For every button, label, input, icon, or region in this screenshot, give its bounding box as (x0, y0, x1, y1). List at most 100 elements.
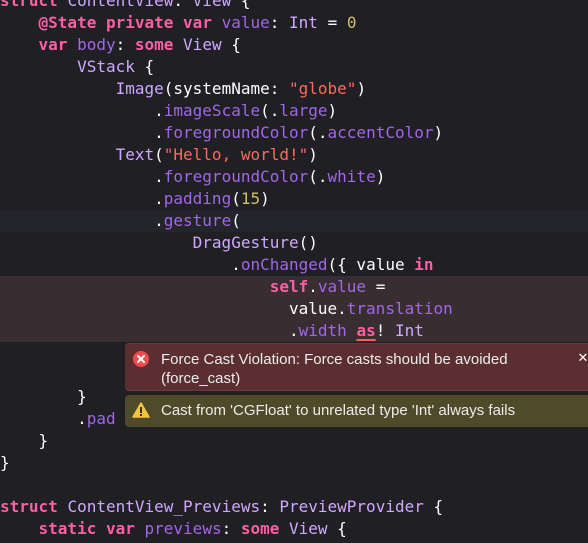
code-token: Image (115, 79, 164, 98)
code-token: large (279, 101, 328, 120)
code-token: some (240, 519, 280, 538)
code-line[interactable]: Text("Hello, world!") (0, 144, 588, 166)
code-token: : (173, 0, 193, 10)
code-token: imageScale (163, 101, 261, 120)
code-token: ({ value (327, 255, 415, 274)
code-token: { (221, 35, 241, 54)
code-token: { (327, 519, 347, 538)
code-token: pad (86, 409, 116, 428)
code-line[interactable]: .padding(15) (0, 188, 588, 210)
code-line[interactable]: VStack { (0, 56, 588, 78)
code-token: accentColor (327, 123, 434, 142)
code-token: . (0, 167, 164, 186)
code-token: ) (375, 167, 386, 186)
code-editor[interactable]: struct ContentView: View { @State privat… (0, 0, 588, 543)
code-token: value (317, 277, 367, 296)
code-token: . (0, 123, 164, 142)
code-token: : (260, 497, 280, 516)
code-token: 0 (346, 13, 357, 32)
code-line[interactable]: struct ContentView_Previews: PreviewProv… (0, 496, 588, 518)
code-line[interactable]: var body: some View { (0, 34, 588, 56)
code-token: translation (346, 299, 453, 318)
error-message: Force Cast Violation: Force casts should… (161, 351, 508, 387)
code-token: Text (115, 145, 155, 164)
code-line[interactable]: } (0, 452, 588, 474)
code-token: { (231, 0, 251, 10)
code-token: : (115, 35, 135, 54)
code-token: = (366, 277, 386, 296)
code-token: ) (433, 123, 444, 142)
code-line[interactable]: struct ContentView: View { (0, 0, 588, 12)
code-line[interactable]: self.value = (0, 276, 588, 298)
code-line[interactable]: .onChanged({ value in (0, 254, 588, 276)
code-line[interactable]: value.translation (0, 298, 588, 320)
code-token: private (105, 13, 174, 32)
code-token: foregroundColor (163, 167, 309, 186)
code-token: static (38, 519, 97, 538)
code-token: as (356, 321, 376, 340)
code-token: . (0, 211, 164, 230)
code-line[interactable]: Image(systemName: "globe") (0, 78, 588, 100)
code-token: } (0, 431, 49, 450)
code-token: } (0, 387, 87, 406)
code-token: gesture (163, 211, 232, 230)
code-line[interactable]: static var previews: some View { (0, 518, 588, 540)
code-token: View (289, 519, 328, 538)
code-token: onChanged (240, 255, 328, 274)
code-line[interactable]: } (0, 430, 588, 452)
code-token: (systemName: (163, 79, 289, 98)
code-token: . (0, 255, 241, 274)
code-token: { (134, 57, 155, 76)
code-token: . (0, 409, 87, 428)
code-token: some (134, 35, 174, 54)
code-token: PreviewProvider (279, 497, 424, 516)
error-diagnostic-banner[interactable]: Force Cast Violation: Force casts should… (125, 343, 588, 391)
code-line[interactable]: @State private var value: Int = 0 (0, 12, 588, 34)
code-token: Int (289, 13, 318, 32)
code-token: (. (308, 123, 328, 142)
code-token: ) (327, 101, 338, 120)
code-token: View (192, 0, 232, 10)
code-line[interactable] (0, 474, 588, 496)
code-line[interactable]: .gesture( (0, 210, 588, 232)
code-token: ( (231, 211, 241, 230)
code-token: var (105, 519, 135, 538)
code-token: VStack (77, 57, 135, 76)
code-token: { (423, 497, 444, 516)
code-token: ! (375, 321, 395, 340)
code-token: struct (0, 497, 68, 516)
code-token: = (317, 13, 347, 32)
close-icon[interactable]: ✕ (575, 351, 588, 367)
code-token: value (221, 13, 270, 32)
code-token: 15 (240, 189, 261, 208)
code-token: value. (0, 299, 347, 318)
code-line[interactable]: .imageScale(.large) (0, 100, 588, 122)
code-line[interactable]: .foregroundColor(.accentColor) (0, 122, 588, 144)
code-token: previews (144, 519, 222, 538)
code-token: @State (38, 13, 97, 32)
code-line[interactable]: DragGesture() (0, 232, 588, 254)
code-token: (. (260, 101, 280, 120)
code-token: in (414, 255, 434, 274)
code-line[interactable]: .foregroundColor(.white) (0, 166, 588, 188)
code-token: body (77, 35, 116, 54)
code-token: "globe" (289, 79, 357, 98)
code-token: ) (308, 145, 318, 164)
warning-diagnostic-banner[interactable]: Cast from 'CGFloat' to unrelated type 'I… (125, 395, 588, 427)
code-line[interactable]: .width as! Int (0, 320, 588, 342)
code-token: struct (0, 0, 68, 10)
code-token: padding (163, 189, 232, 208)
code-token: . (0, 189, 164, 208)
